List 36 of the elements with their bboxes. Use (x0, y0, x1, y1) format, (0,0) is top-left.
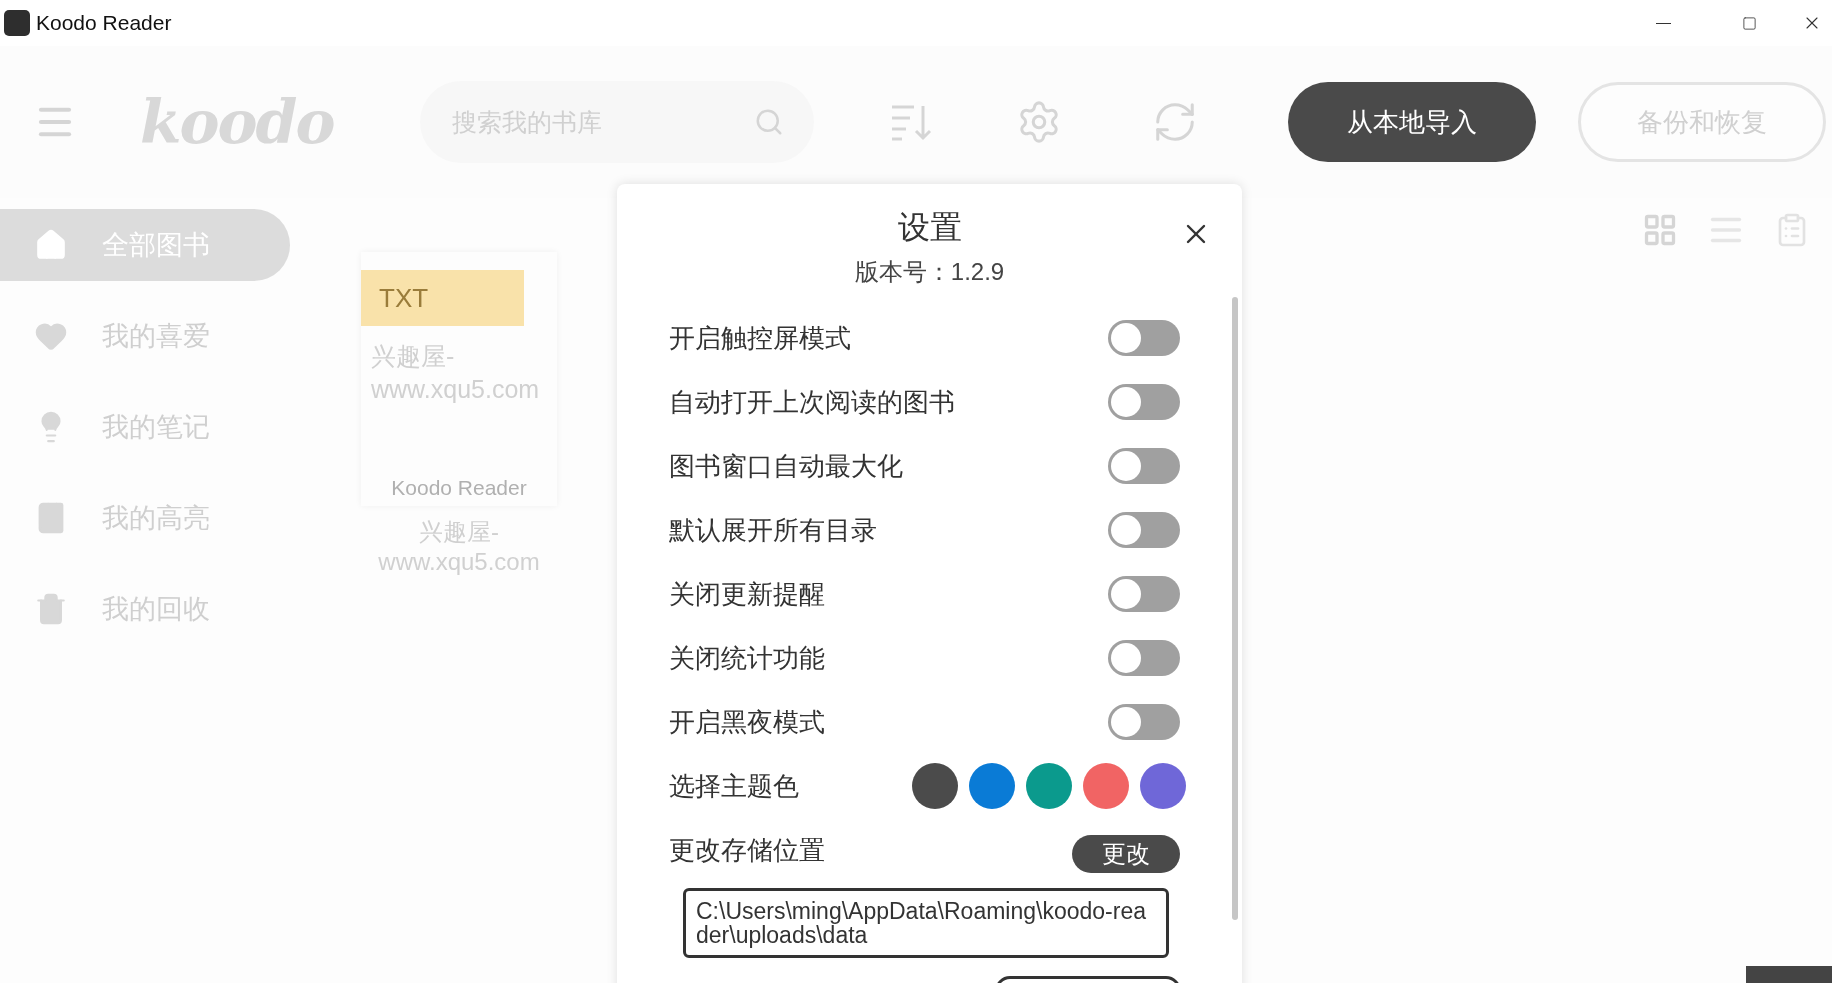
maximize-icon (1741, 15, 1757, 31)
setting-label: 图书窗口自动最大化 (669, 449, 903, 483)
change-button[interactable]: 更改 (1072, 835, 1180, 873)
setting-label: 更改存储位置 (669, 833, 825, 867)
setting-label: 关闭更新提醒 (669, 577, 825, 611)
setting-label: 开启黑夜模式 (669, 705, 825, 739)
color-swatch[interactable] (1140, 763, 1186, 809)
path-field[interactable]: C:\Users\ming\AppData\Roaming\koodo-reader\uploads\data (683, 888, 1169, 959)
toggle-switch[interactable] (1108, 448, 1180, 484)
color-swatch[interactable] (1083, 763, 1129, 809)
scrollbar[interactable] (1232, 297, 1238, 920)
setting-label: 自动打开上次阅读的图书 (669, 385, 955, 419)
setting-label: 关闭统计功能 (669, 641, 825, 675)
window-title: Koodo Reader (36, 11, 173, 35)
home-icon (34, 228, 68, 262)
toggle-switch[interactable] (1108, 320, 1180, 356)
setting-label: 选择主题色 (669, 769, 799, 803)
toggle-switch[interactable] (1108, 704, 1180, 740)
format-tag: TXT (361, 270, 524, 326)
version-text: 版本号：1.2.9 (854, 257, 1005, 287)
color-swatch[interactable] (969, 763, 1015, 809)
import-button[interactable]: 从本地导入 (1287, 82, 1536, 162)
minimize-icon (1655, 22, 1671, 24)
color-swatch[interactable] (1026, 763, 1072, 809)
color-swatch[interactable] (912, 763, 958, 809)
setting-label: 开启触控屏模式 (669, 321, 851, 355)
app-icon (4, 10, 30, 36)
toggle-switch[interactable] (1108, 512, 1180, 548)
cover-footer: Koodo Reader (361, 476, 557, 506)
toggle-switch[interactable] (1108, 384, 1180, 420)
toggle-switch[interactable] (1108, 576, 1180, 612)
setting-label: 默认展开所有目录 (669, 513, 877, 547)
trash-icon (34, 592, 68, 626)
grid-view-button[interactable] (1642, 212, 1678, 248)
toggle-switch[interactable] (1108, 640, 1180, 676)
dialog-title: 设置 (897, 208, 962, 247)
